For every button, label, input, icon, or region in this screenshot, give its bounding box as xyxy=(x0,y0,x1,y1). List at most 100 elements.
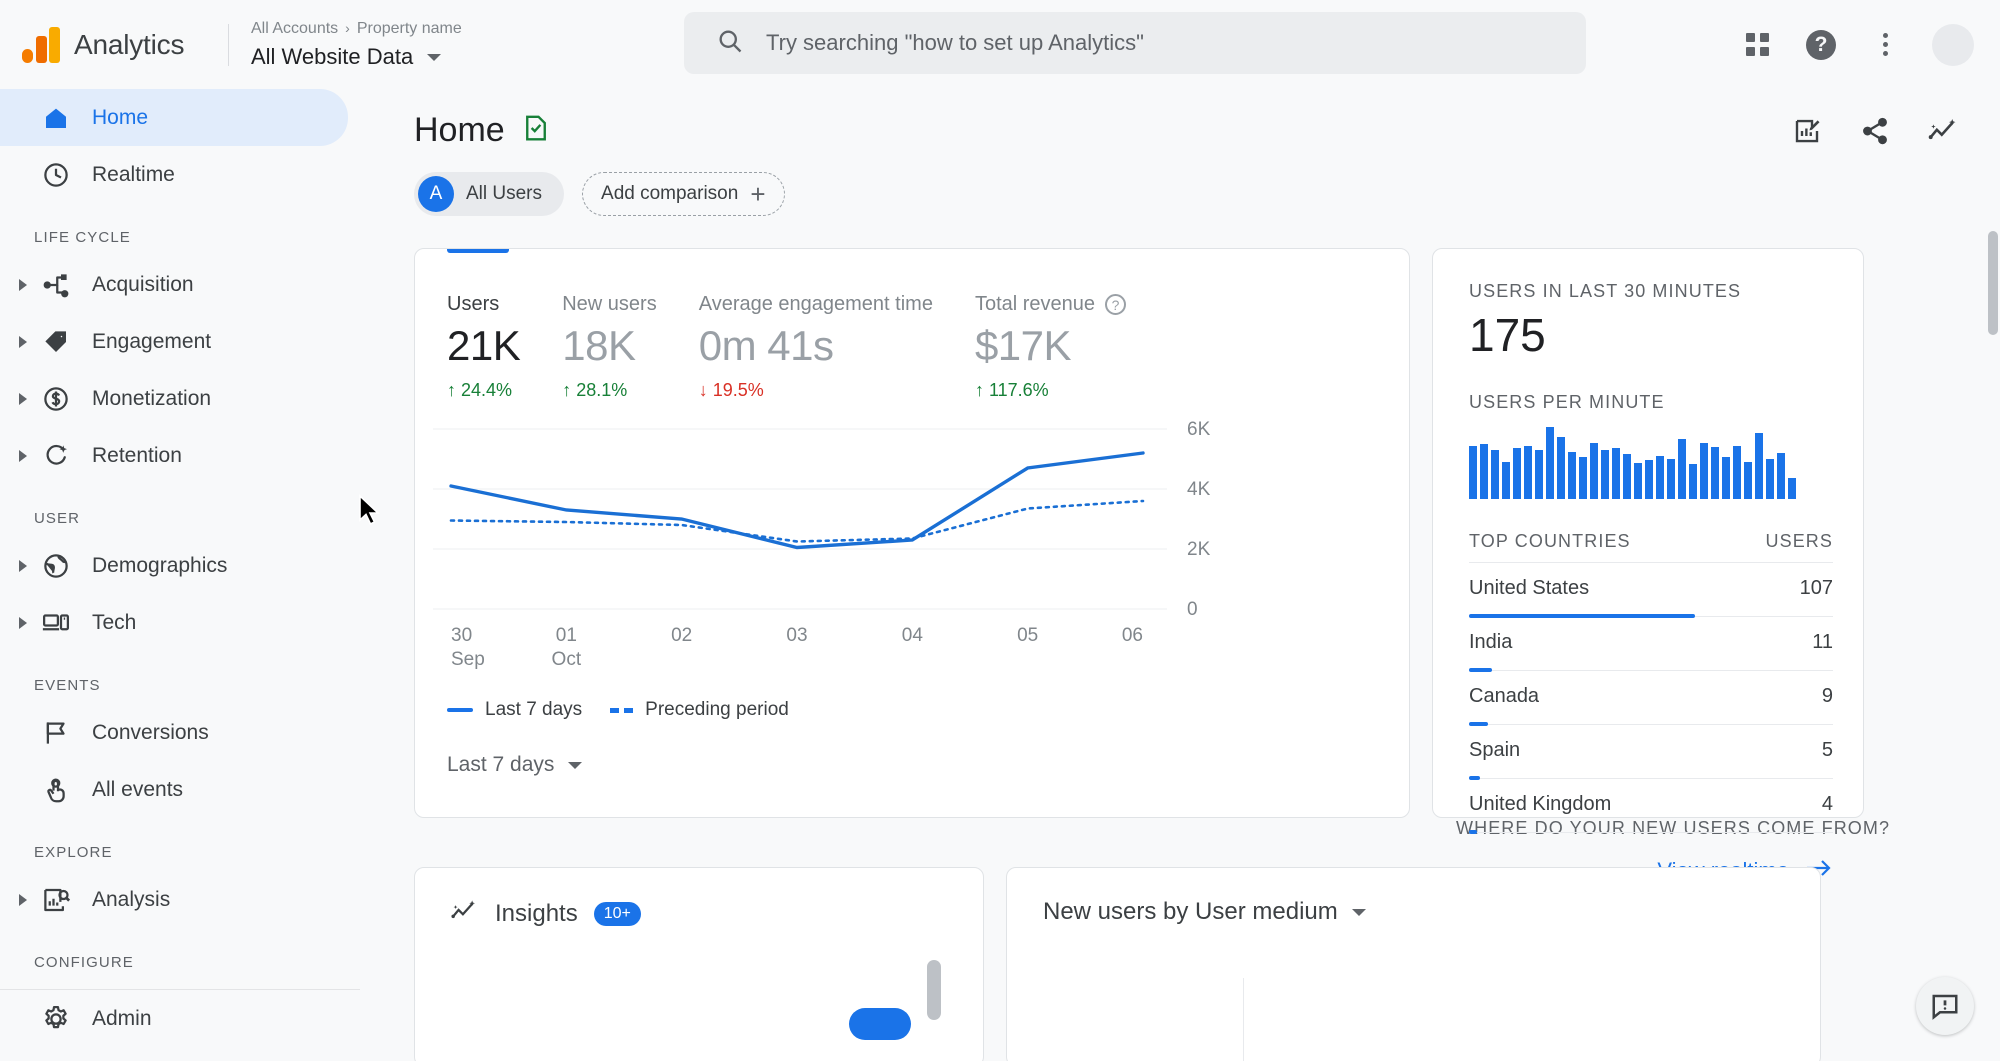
sidebar-item-tech[interactable]: Tech xyxy=(0,594,360,651)
sidebar-item-monetization[interactable]: Monetization xyxy=(0,370,360,427)
avatar[interactable] xyxy=(1932,24,1974,66)
users-per-minute-bar xyxy=(1601,450,1609,499)
brand-area[interactable]: Analytics xyxy=(0,27,222,63)
insights-sparkline-icon xyxy=(449,898,479,929)
main-content: Home xyxy=(360,89,2000,1061)
users-per-minute-bar xyxy=(1777,453,1785,499)
users-per-minute-bar xyxy=(1513,448,1521,499)
users-per-minute-bar xyxy=(1634,463,1642,499)
view-name[interactable]: All Website Data xyxy=(251,42,462,72)
expand-arrow-icon[interactable] xyxy=(12,450,34,462)
card-tab-indicator xyxy=(447,248,509,253)
add-comparison-button[interactable]: Add comparison + xyxy=(582,172,784,216)
date-range-selector[interactable]: Last 7 days xyxy=(415,721,1409,777)
insights-scrollbar[interactable] xyxy=(927,960,941,1020)
users-per-minute-bar xyxy=(1623,454,1631,499)
metric-label-text: New users xyxy=(562,293,656,316)
sidebar-item-all-events[interactable]: All events xyxy=(0,761,360,818)
sidebar-item-admin[interactable]: Admin xyxy=(0,990,360,1047)
sidebar-item-demographics[interactable]: Demographics xyxy=(0,537,360,594)
metric-label: New users xyxy=(562,293,656,316)
devices-icon xyxy=(34,608,78,638)
table-row[interactable]: United Kingdom4 xyxy=(1469,779,1833,833)
top-bar-actions: ? xyxy=(1740,0,1974,89)
users-per-minute-bar xyxy=(1568,452,1576,499)
sidebar-item-retention[interactable]: Retention xyxy=(0,427,360,484)
expand-arrow-icon[interactable] xyxy=(12,336,34,348)
y-axis-tick-label: 0 xyxy=(1187,599,1198,620)
country-bar xyxy=(1469,830,1477,834)
users-per-minute-label: USERS PER MINUTE xyxy=(1469,392,1833,413)
sidebar-item-realtime[interactable]: Realtime xyxy=(0,146,360,203)
users-per-minute-bar xyxy=(1755,433,1763,499)
chip-all-users[interactable]: A All Users xyxy=(414,172,564,216)
share-icon[interactable] xyxy=(1858,114,1892,148)
expand-arrow-icon[interactable] xyxy=(12,560,34,572)
users-per-minute-bar xyxy=(1744,462,1752,499)
sidebar-item-home[interactable]: Home xyxy=(0,89,348,146)
search-input[interactable]: Try searching "how to set up Analytics" xyxy=(684,12,1586,74)
search-icon xyxy=(716,27,744,60)
legend-item: Preceding period xyxy=(610,699,789,721)
expand-arrow-icon[interactable] xyxy=(12,393,34,405)
comparison-chips: A All Users Add comparison + xyxy=(360,150,2000,216)
metric-label: Users xyxy=(447,293,520,316)
expand-arrow-icon[interactable] xyxy=(12,894,34,906)
sidebar-section-user: USER xyxy=(0,484,360,537)
metric-label: Average engagement time xyxy=(699,293,933,316)
users-per-minute-bar xyxy=(1502,462,1510,499)
metric-new-users[interactable]: New users18K↑28.1% xyxy=(562,293,656,401)
top-countries-label: TOP COUNTRIES xyxy=(1469,531,1631,552)
help-icon[interactable]: ? xyxy=(1804,28,1838,62)
breadcrumb-property[interactable]: Property name xyxy=(357,20,462,37)
new-users-title: New users by User medium xyxy=(1043,898,1338,926)
gear-icon xyxy=(34,1004,78,1034)
sidebar-item-analysis[interactable]: Analysis xyxy=(0,871,360,928)
analytics-logo-icon xyxy=(22,27,60,63)
insights-header[interactable]: Insights 10+ xyxy=(449,898,983,929)
sidebar-item-engagement[interactable]: Engagement xyxy=(0,313,360,370)
add-comparison-label: Add comparison xyxy=(601,183,738,205)
users-per-minute-bar xyxy=(1535,450,1543,499)
users-per-minute-chart xyxy=(1469,427,1833,499)
table-row[interactable]: United States107 xyxy=(1469,563,1833,617)
users-per-minute-bar xyxy=(1788,478,1796,499)
country-row-line: Spain5 xyxy=(1469,739,1833,762)
property-selector[interactable]: All Accounts›Property name All Website D… xyxy=(251,17,462,72)
table-row[interactable]: Canada9 xyxy=(1469,671,1833,725)
x-axis-tick-label: 30 xyxy=(451,625,472,646)
country-users: 5 xyxy=(1822,739,1833,762)
apps-grid-icon[interactable] xyxy=(1740,28,1774,62)
arrow-up-icon: ↑ xyxy=(447,380,456,401)
edit-report-icon[interactable] xyxy=(1790,114,1824,148)
metric-total-revenue[interactable]: Total revenue?$17K↑117.6% xyxy=(975,293,1126,401)
sidebar-item-acquisition[interactable]: Acquisition xyxy=(0,256,360,313)
chart-series-current xyxy=(451,453,1143,548)
sidebar-item-conversions[interactable]: Conversions xyxy=(0,704,360,761)
x-axis-tick-label: 01 xyxy=(556,625,577,646)
breadcrumb-account[interactable]: All Accounts xyxy=(251,20,338,37)
globe-icon xyxy=(34,551,78,581)
users-per-minute-bar xyxy=(1491,450,1499,499)
top-countries-header: TOP COUNTRIES USERS xyxy=(1469,531,1833,563)
expand-arrow-icon[interactable] xyxy=(12,279,34,291)
insights-sparkline-icon[interactable] xyxy=(1926,114,1960,148)
table-row[interactable]: Spain5 xyxy=(1469,725,1833,779)
country-name: United States xyxy=(1469,577,1589,600)
table-row[interactable]: India11 xyxy=(1469,617,1833,671)
date-range-label: Last 7 days xyxy=(447,753,554,777)
metric-average-engagement-time[interactable]: Average engagement time0m 41s↓19.5% xyxy=(699,293,933,401)
more-options-icon[interactable] xyxy=(1868,28,1902,62)
y-axis-tick-label: 6K xyxy=(1187,419,1211,440)
page-scrollbar[interactable] xyxy=(1988,231,1998,335)
expand-arrow-icon[interactable] xyxy=(12,617,34,629)
feedback-button[interactable] xyxy=(1916,977,1974,1035)
insights-action-chip[interactable] xyxy=(849,1008,911,1040)
x-axis-tick-label: 02 xyxy=(671,625,692,646)
metric-delta-value: 28.1% xyxy=(576,380,627,401)
metric-users[interactable]: Users21K↑24.4% xyxy=(447,293,520,401)
help-icon[interactable]: ? xyxy=(1105,294,1126,315)
x-axis-tick-label: 05 xyxy=(1017,625,1038,646)
new-users-dimension-selector[interactable]: New users by User medium xyxy=(1043,898,1820,926)
users-line-chart[interactable]: 02K4K6K30Sep01Oct0203040506 xyxy=(415,419,1410,689)
